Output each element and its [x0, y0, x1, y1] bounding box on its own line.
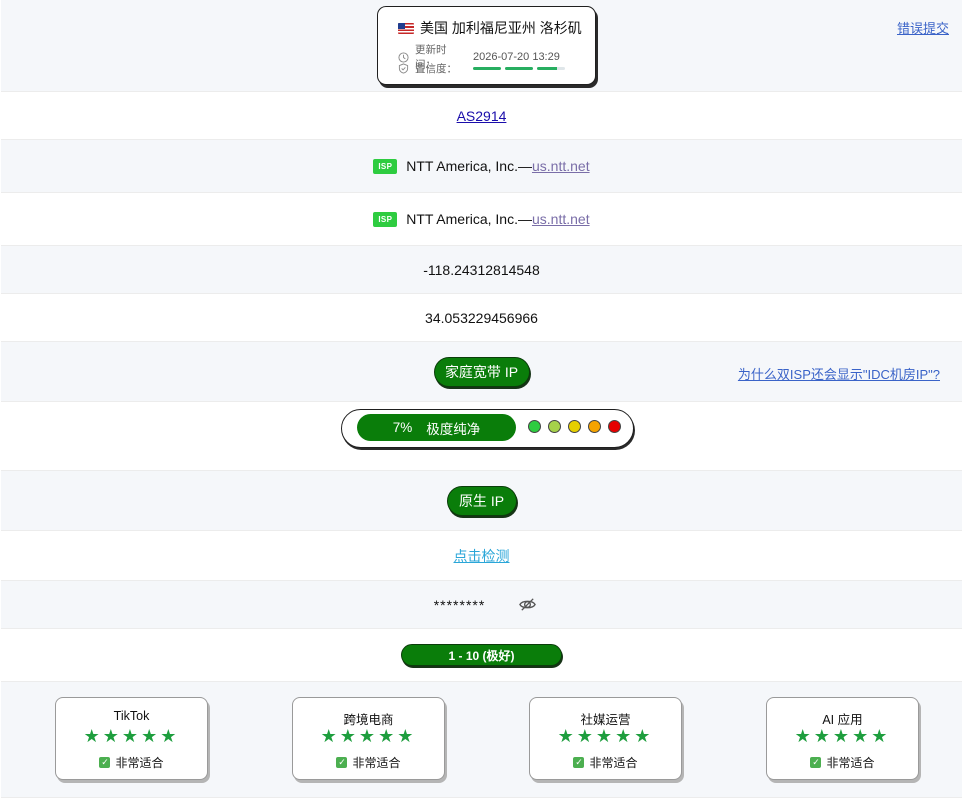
location-title: 美国 加利福尼亚州 洛杉矶 — [398, 18, 582, 38]
usecase-title: TikTok — [113, 709, 150, 723]
trust-meter — [473, 67, 565, 70]
risk-percent: 7% — [392, 420, 413, 435]
usecase-status-label: 非常适合 — [115, 756, 164, 770]
usecase-card-ai: AI 应用 ★★★★★ ✓ 非常适合 — [766, 697, 919, 780]
click-to-check-link[interactable]: 点击检测 — [454, 546, 510, 566]
latitude-row: 34.053229456966 — [1, 294, 962, 342]
risk-label: 极度纯净 — [426, 421, 481, 437]
isp-name: NTT America, Inc.— — [406, 158, 532, 174]
trust-bar-1 — [473, 67, 501, 70]
risk-dot-medium — [568, 420, 581, 433]
isp-row-1: ISP NTT America, Inc.— us.ntt.net — [1, 140, 962, 193]
risk-dot-high — [588, 420, 601, 433]
star-rating: ★★★★★ — [794, 726, 891, 746]
usecase-status-label: 非常适合 — [826, 756, 875, 770]
usecase-card-social: 社媒运营 ★★★★★ ✓ 非常适合 — [529, 697, 682, 780]
check-row: 点击检测 — [1, 531, 962, 581]
eye-slash-icon[interactable] — [518, 595, 537, 614]
masked-value: ******** — [433, 596, 486, 613]
longitude-value: -118.24312814548 — [423, 261, 540, 278]
score-row: 1 - 10 (极好) — [1, 629, 962, 682]
score-badge: 1 - 10 (极好) — [401, 644, 562, 666]
usecase-card-ecommerce: 跨境电商 ★★★★★ ✓ 非常适合 — [292, 697, 445, 780]
risk-dot-very-low — [528, 420, 541, 433]
star-rating: ★★★★★ — [83, 726, 180, 746]
ip-type-badge: 家庭宽带 IP — [433, 356, 530, 387]
risk-dot-very-high — [608, 420, 621, 433]
trust-bar-2 — [505, 67, 533, 70]
location-name: 美国 加利福尼亚州 洛杉矶 — [420, 20, 582, 36]
usecase-status: ✓ 非常适合 — [56, 754, 207, 771]
risk-dot-low — [548, 420, 561, 433]
risk-score-box: 7% 极度纯净 — [341, 409, 634, 448]
isp-badge: ISP — [373, 211, 398, 227]
check-icon: ✓ — [336, 757, 348, 768]
check-icon: ✓ — [810, 757, 822, 768]
trust-bar-3 — [537, 67, 565, 70]
latitude-value: 34.053229456966 — [425, 309, 538, 326]
location-row: 美国 加利福尼亚州 洛杉矶 更新时间： 2026-07-20 13:29 置信度… — [1, 0, 962, 92]
isp-domain-link[interactable]: us.ntt.net — [532, 211, 590, 227]
shield-check-icon — [398, 63, 409, 74]
usecase-row: TikTok ★★★★★ ✓ 非常适合 跨境电商 ★★★★★ ✓ 非常适合 社媒… — [1, 682, 962, 798]
check-icon: ✓ — [99, 757, 111, 768]
native-ip-row: 原生 IP — [1, 471, 962, 531]
location-card: 美国 加利福尼亚州 洛杉矶 更新时间： 2026-07-20 13:29 置信度… — [377, 6, 596, 85]
ip-type-row: 家庭宽带 IP 为什么双ISP还会显示"IDC机房IP"? — [1, 342, 962, 402]
usecase-status: ✓ 非常适合 — [767, 754, 918, 771]
usecase-card-tiktok: TikTok ★★★★★ ✓ 非常适合 — [55, 697, 208, 780]
report-error-link[interactable]: 错误提交 — [897, 18, 949, 37]
asn-row: AS2914 — [1, 92, 962, 140]
why-dual-isp-link[interactable]: 为什么双ISP还会显示"IDC机房IP"? — [738, 364, 940, 383]
usecase-status: ✓ 非常适合 — [530, 754, 681, 771]
check-icon: ✓ — [573, 757, 585, 768]
asn-link[interactable]: AS2914 — [457, 108, 507, 124]
usecase-status-label: 非常适合 — [352, 756, 401, 770]
risk-score-pill: 7% 极度纯净 — [357, 414, 516, 441]
star-rating: ★★★★★ — [557, 726, 654, 746]
isp-name: NTT America, Inc.— — [406, 211, 532, 227]
native-ip-badge: 原生 IP — [446, 485, 517, 516]
trust-label: 置信度： — [415, 63, 457, 75]
risk-row: 7% 极度纯净 — [1, 402, 962, 471]
isp-row-2: ISP NTT America, Inc.— us.ntt.net — [1, 193, 962, 246]
masked-row: ******** — [1, 581, 962, 629]
trust-line: 置信度： — [398, 61, 565, 76]
usecase-status: ✓ 非常适合 — [293, 754, 444, 771]
usecase-status-label: 非常适合 — [589, 756, 638, 770]
isp-domain-link[interactable]: us.ntt.net — [532, 158, 590, 174]
star-rating: ★★★★★ — [320, 726, 417, 746]
longitude-row: -118.24312814548 — [1, 246, 962, 294]
us-flag-icon — [398, 22, 414, 34]
isp-badge: ISP — [373, 158, 398, 174]
